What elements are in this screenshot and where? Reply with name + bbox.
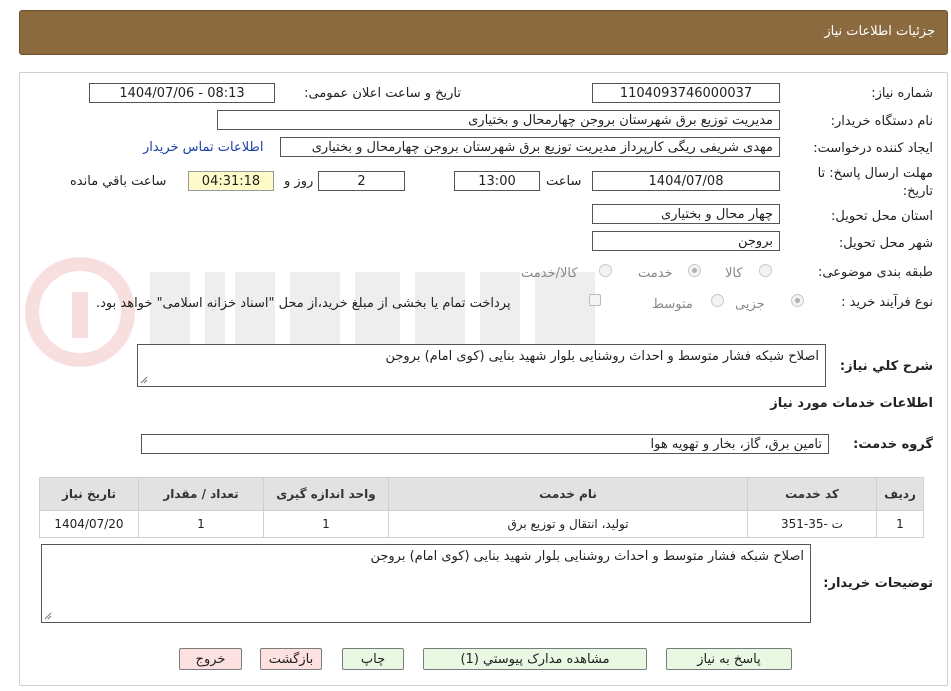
deadline-time-field: 13:00	[454, 171, 540, 191]
remaining-time-field: 04:31:18	[188, 171, 274, 191]
service-group-field: تامین برق، گاز، بخار و تهویه هوا	[141, 434, 829, 454]
category-option-goods-service: کالا/خدمت	[521, 266, 578, 281]
deadline-date-label: تاریخ:	[902, 184, 933, 199]
process-type-label: نوع فرآیند خرید :	[841, 295, 933, 310]
city-label: شهر محل تحویل:	[838, 236, 933, 251]
creator-label: ایجاد کننده درخواست:	[813, 141, 933, 156]
table-header-row: ردیف کد خدمت نام خدمت واحد اندازه گیری ت…	[39, 477, 924, 511]
category-radio-goods-service[interactable]	[599, 264, 612, 277]
col-service-name: نام خدمت	[388, 477, 748, 511]
remaining-label: ساعت باقي مانده	[70, 174, 167, 189]
description-field[interactable]: اصلاح شبکه فشار متوسط و احداث روشنایی بل…	[137, 344, 826, 387]
buyer-notes-label: توضیحات خریدار:	[823, 576, 933, 591]
buyer-org-label: نام دستگاه خریدار:	[830, 114, 933, 129]
category-option-goods: کالا	[725, 266, 743, 281]
print-button[interactable]: چاپ	[342, 648, 404, 670]
process-radio-medium[interactable]	[711, 294, 724, 307]
buyer-notes-field[interactable]: اصلاح شبکه فشار متوسط و احداث روشنایی بل…	[41, 544, 811, 623]
province-field: چهار محال و بختیاری	[592, 204, 780, 224]
process-option-minor: جزیی	[735, 297, 765, 312]
cell-need-date: 1404/07/20	[39, 510, 139, 538]
cell-service-code: ت -35-351	[747, 510, 877, 538]
cell-service-name: تولید، انتقال و توزیع برق	[388, 510, 748, 538]
col-row: ردیف	[876, 477, 924, 511]
reply-button[interactable]: پاسخ به نیاز	[666, 648, 792, 670]
exit-button[interactable]: خروج	[179, 648, 242, 670]
buyer-org-field: مدیریت توزیع برق شهرستان بروجن چهارمحال …	[217, 110, 780, 130]
back-button[interactable]: بازگشت	[260, 648, 322, 670]
days-label: روز و	[284, 174, 314, 189]
table-row: 1 ت -35-351 تولید، انتقال و توزیع برق 1 …	[39, 510, 924, 538]
payment-note: پرداخت تمام یا بخشی از مبلغ خرید،از محل …	[96, 296, 511, 311]
resize-grip-icon[interactable]	[44, 612, 52, 620]
page-title: جزئیات اطلاعات نیاز	[824, 24, 935, 39]
col-need-date: تاریخ نیاز	[39, 477, 139, 511]
province-label: استان محل تحویل:	[831, 209, 933, 224]
city-field: بروجن	[592, 231, 780, 251]
need-number-label: شماره نیاز:	[871, 86, 933, 101]
category-option-service: خدمت	[638, 266, 673, 281]
creator-field: مهدی شریفی ریگی کارپرداز مدیریت توزیع بر…	[280, 137, 780, 157]
services-table: ردیف کد خدمت نام خدمت واحد اندازه گیری ت…	[39, 477, 924, 538]
announce-label: تاریخ و ساعت اعلان عمومی:	[304, 86, 461, 101]
service-group-label: گروه خدمت:	[853, 437, 933, 452]
col-unit: واحد اندازه گیری	[263, 477, 389, 511]
view-attachments-button[interactable]: مشاهده مدارک پیوستي (1)	[423, 648, 647, 670]
category-radio-service[interactable]	[688, 264, 701, 277]
need-number-field: 1104093746000037	[592, 83, 780, 103]
category-radio-goods[interactable]	[759, 264, 772, 277]
process-option-medium: متوسط	[652, 297, 693, 312]
cell-quantity: 1	[138, 510, 264, 538]
cell-unit: 1	[263, 510, 389, 538]
treasury-checkbox[interactable]	[589, 294, 601, 306]
description-label: شرح کلي نياز:	[839, 359, 933, 374]
col-quantity: تعداد / مقدار	[138, 477, 264, 511]
category-label: طبقه بندی موضوعی:	[817, 265, 933, 280]
process-radio-minor[interactable]	[791, 294, 804, 307]
resize-grip-icon[interactable]	[140, 376, 148, 384]
deadline-date-field: 1404/07/08	[592, 171, 780, 191]
deadline-time-label: ساعت	[546, 174, 582, 189]
buyer-contact-link[interactable]: اطلاعات تماس خریدار	[143, 140, 263, 155]
col-service-code: کد خدمت	[747, 477, 877, 511]
announce-field: 1404/07/06 - 08:13	[89, 83, 275, 103]
deadline-label: مهلت ارسال پاسخ: تا	[817, 166, 933, 181]
description-text: اصلاح شبکه فشار متوسط و احداث روشنایی بل…	[385, 349, 819, 364]
buyer-notes-text: اصلاح شبکه فشار متوسط و احداث روشنایی بل…	[370, 549, 804, 564]
cell-row: 1	[876, 510, 924, 538]
days-field: 2	[318, 171, 405, 191]
page-header: جزئیات اطلاعات نیاز	[19, 10, 948, 55]
services-heading: اطلاعات خدمات مورد نیاز	[770, 396, 933, 411]
